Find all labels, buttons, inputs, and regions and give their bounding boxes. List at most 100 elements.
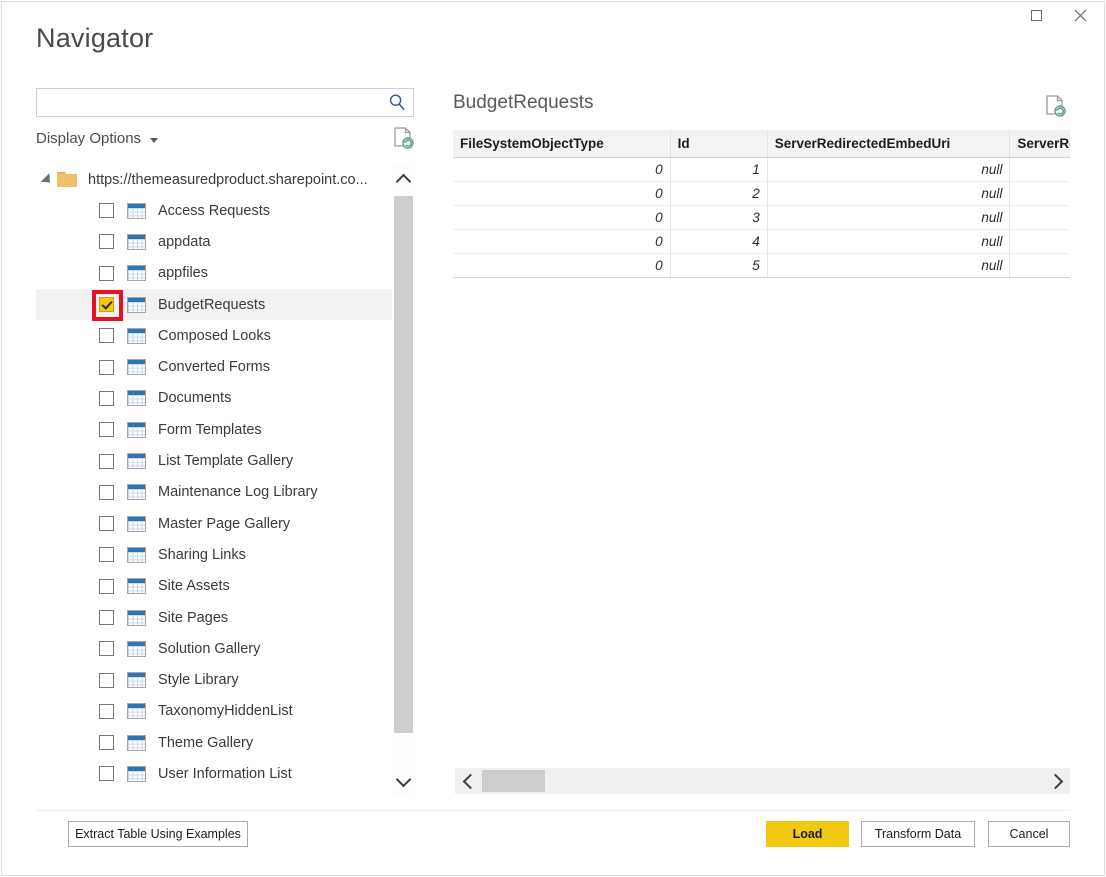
tree-item-label: Theme Gallery: [158, 735, 253, 751]
tree-item-checkbox[interactable]: [99, 641, 114, 656]
table-cell: null: [767, 254, 1010, 278]
annotation-highlight-box: [92, 290, 123, 321]
extract-table-using-examples-button[interactable]: Extract Table Using Examples: [68, 821, 248, 847]
search-icon[interactable]: [388, 93, 407, 112]
tree-item-documents[interactable]: Documents: [36, 383, 415, 414]
load-button[interactable]: Load: [766, 821, 849, 847]
transform-data-button[interactable]: Transform Data: [861, 821, 975, 847]
display-options-dropdown[interactable]: Display Options: [36, 130, 158, 147]
tree-item-checkbox[interactable]: [99, 454, 114, 469]
table-cell: 2: [670, 182, 767, 206]
object-tree[interactable]: https://themeasuredproduct.sharepoint.co…: [36, 164, 415, 795]
table-body: 01null02null03null04null05null: [453, 158, 1070, 278]
table-icon: [127, 484, 146, 500]
tree-item-checkbox[interactable]: [99, 579, 114, 594]
tree-item-label: Site Pages: [158, 610, 228, 626]
search-box[interactable]: [36, 88, 414, 117]
tree-root-label: https://themeasuredproduct.sharepoint.co…: [88, 172, 368, 188]
table-column-header[interactable]: ServerRedirectedEmbedUri: [767, 130, 1010, 158]
title-bar: [0, 0, 1104, 34]
preview-horizontal-scrollbar[interactable]: [455, 768, 1070, 794]
tree-item-checkbox[interactable]: [99, 735, 114, 750]
tree-item-checkbox[interactable]: [99, 766, 114, 781]
table-column-header[interactable]: Id: [670, 130, 767, 158]
table-cell: [1010, 254, 1070, 278]
tree-item-maintenance-log-library[interactable]: Maintenance Log Library: [36, 477, 415, 508]
table-cell: 4: [670, 230, 767, 254]
table-icon: [127, 641, 146, 657]
tree-item-checkbox[interactable]: [99, 610, 114, 625]
table-icon: [127, 390, 146, 406]
tree-item-checkbox[interactable]: [99, 485, 114, 500]
tree-item-checkbox[interactable]: [99, 328, 114, 343]
cancel-button[interactable]: Cancel: [988, 821, 1070, 847]
close-button[interactable]: [1058, 0, 1102, 30]
preview-grid-container[interactable]: FileSystemObjectTypeIdServerRedirectedEm…: [453, 130, 1070, 290]
document-refresh-icon[interactable]: [392, 126, 414, 150]
tree-item-form-templates[interactable]: Form Templates: [36, 414, 415, 445]
tree-item-checkbox[interactable]: [99, 547, 114, 562]
scroll-right-button[interactable]: [1044, 768, 1070, 794]
scroll-up-button[interactable]: [392, 165, 415, 193]
scrollbar-thumb[interactable]: [394, 196, 413, 733]
table-icon: [127, 735, 146, 751]
tree-item-style-library[interactable]: Style Library: [36, 664, 415, 695]
display-options-label: Display Options: [36, 130, 141, 147]
close-icon: [1074, 9, 1087, 22]
tree-root-node[interactable]: https://themeasuredproduct.sharepoint.co…: [36, 164, 415, 195]
table-icon: [127, 547, 146, 563]
tree-item-label: Maintenance Log Library: [158, 484, 318, 500]
tree-item-appfiles[interactable]: appfiles: [36, 258, 415, 289]
table-column-header[interactable]: FileSystemObjectType: [453, 130, 670, 158]
tree-item-checkbox[interactable]: [99, 422, 114, 437]
tree-item-checkbox[interactable]: [99, 391, 114, 406]
tree-item-sharing-links[interactable]: Sharing Links: [36, 539, 415, 570]
tree-item-list-template-gallery[interactable]: List Template Gallery: [36, 445, 415, 476]
tree-item-checkbox[interactable]: [99, 516, 114, 531]
tree-item-label: appdata: [158, 234, 210, 250]
table-row: 05null: [453, 254, 1070, 278]
tree-item-checkbox[interactable]: [99, 203, 114, 218]
table-icon: [127, 516, 146, 532]
table-icon: [127, 672, 146, 688]
search-input[interactable]: [43, 89, 387, 118]
tree-item-converted-forms[interactable]: Converted Forms: [36, 351, 415, 382]
tree-item-checkbox[interactable]: [99, 266, 114, 281]
maximize-icon: [1031, 10, 1042, 21]
tree-item-budgetrequests[interactable]: BudgetRequests: [36, 289, 415, 320]
tree-item-composed-looks[interactable]: Composed Looks: [36, 320, 415, 351]
table-icon: [127, 578, 146, 594]
table-cell: null: [767, 182, 1010, 206]
table-cell: 5: [670, 254, 767, 278]
page-title: Navigator: [36, 22, 153, 54]
scroll-left-button[interactable]: [455, 768, 481, 794]
tree-item-label: List Template Gallery: [158, 453, 293, 469]
maximize-button[interactable]: [1014, 0, 1058, 30]
tree-item-label: Master Page Gallery: [158, 516, 290, 532]
table-column-header[interactable]: ServerRedirectedEmbed: [1010, 130, 1070, 158]
footer-separator: [36, 810, 1070, 811]
tree-item-site-pages[interactable]: Site Pages: [36, 602, 415, 633]
tree-item-access-requests[interactable]: Access Requests: [36, 195, 415, 226]
table-icon: [127, 453, 146, 469]
tree-item-checkbox[interactable]: [99, 704, 114, 719]
tree-item-checkbox[interactable]: [99, 360, 114, 375]
tree-item-checkbox[interactable]: [99, 297, 114, 312]
tree-item-user-information-list[interactable]: User Information List: [36, 758, 415, 789]
tree-item-checkbox[interactable]: [99, 234, 114, 249]
tree-item-label: Solution Gallery: [158, 641, 260, 657]
tree-item-taxonomyhiddenlist[interactable]: TaxonomyHiddenList: [36, 696, 415, 727]
tree-item-master-page-gallery[interactable]: Master Page Gallery: [36, 508, 415, 539]
tree-item-appdata[interactable]: appdata: [36, 226, 415, 257]
scroll-down-button[interactable]: [392, 767, 415, 795]
tree-item-site-assets[interactable]: Site Assets: [36, 571, 415, 602]
tree-vertical-scrollbar[interactable]: [392, 165, 415, 795]
table-icon: [127, 328, 146, 344]
tree-item-theme-gallery[interactable]: Theme Gallery: [36, 727, 415, 758]
preview-refresh-icon[interactable]: [1044, 94, 1066, 118]
tree-item-solution-gallery[interactable]: Solution Gallery: [36, 633, 415, 664]
tree-item-checkbox[interactable]: [99, 673, 114, 688]
hscrollbar-thumb[interactable]: [482, 770, 545, 792]
expand-collapse-icon[interactable]: [41, 173, 54, 186]
tree-item-label: Style Library: [158, 672, 239, 688]
